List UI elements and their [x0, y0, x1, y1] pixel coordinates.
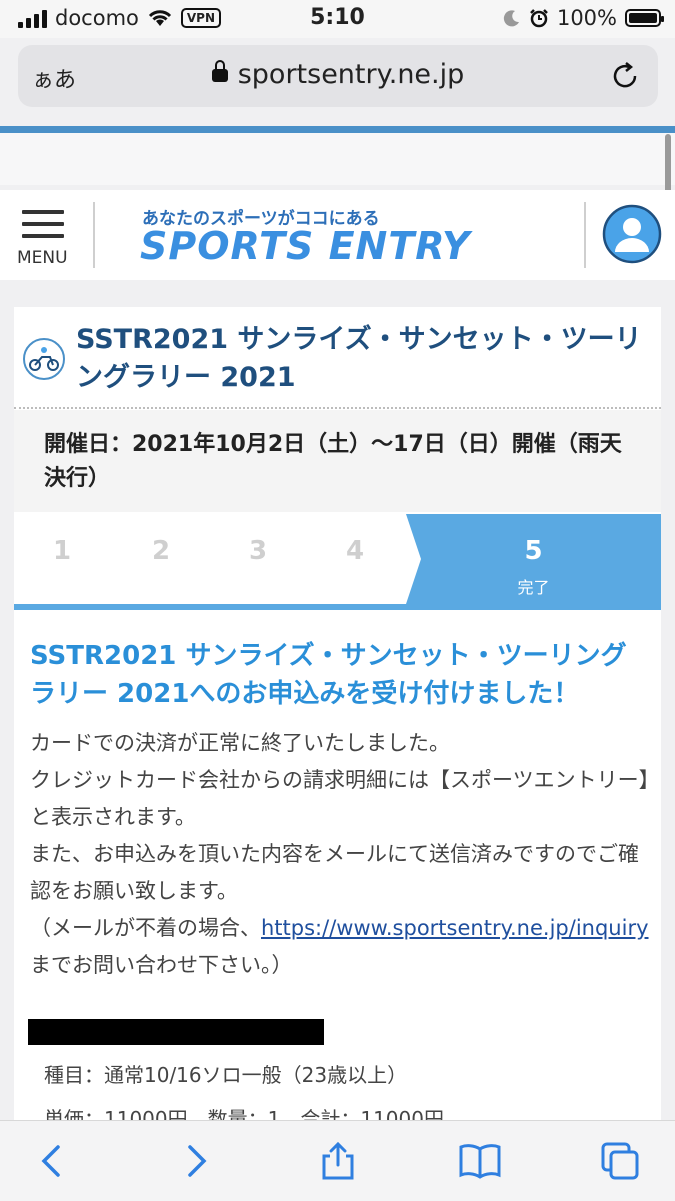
bookmarks-icon[interactable]	[458, 1141, 502, 1181]
hamburger-menu-icon[interactable]	[22, 210, 64, 246]
alarm-icon	[530, 9, 548, 28]
step-5-label: 完了	[517, 578, 550, 597]
site-logo[interactable]: SPORTS ENTRY	[140, 224, 471, 268]
entry-category: 種目：通常10/16ソロ一般（23歳以上）	[44, 1063, 408, 1087]
motorcycle-icon	[23, 338, 65, 380]
page-top-spacer	[0, 133, 675, 185]
event-card: SSTR2021 サンライズ・サンセット・ツーリングラリー 2021 開催日：2…	[14, 307, 661, 1127]
step-5-number: 5	[524, 536, 543, 566]
top-accent-line	[0, 126, 675, 133]
inquiry-suffix: までお問い合わせ下さい。）	[30, 953, 293, 977]
user-avatar-icon[interactable]	[602, 204, 662, 264]
step-3: 3	[248, 536, 268, 566]
body-line-2: クレジットカード会社からの請求明細には【スポーツエントリー】と表示されます。	[30, 768, 650, 829]
step-5-active: 5 完了	[406, 514, 661, 604]
url-host: sportsentry.ne.jp	[237, 59, 465, 90]
event-title: SSTR2021 サンライズ・サンセット・ツーリングラリー 2021	[76, 324, 642, 393]
tabs-icon[interactable]	[600, 1141, 640, 1181]
redacted-name	[28, 1019, 324, 1045]
browser-toolbar	[0, 1120, 675, 1201]
battery-icon	[625, 9, 664, 27]
status-right: 100%	[503, 6, 664, 30]
confirmation-title: SSTR2021 サンライズ・サンセット・ツーリングラリー 2021へのお申込み…	[30, 641, 627, 709]
header-divider	[93, 202, 95, 268]
menu-label[interactable]: MENU	[17, 248, 68, 268]
inquiry-link[interactable]: https://www.sportsentry.ne.jp/inquiry	[261, 916, 649, 940]
header-divider	[584, 202, 586, 268]
moon-icon	[503, 10, 519, 27]
back-icon[interactable]	[32, 1141, 72, 1181]
status-bar: docomo VPN 5:10 100%	[0, 0, 675, 38]
step-2: 2	[151, 536, 171, 566]
body-line-3: また、お申込みを頂いた内容をメールにて送信済みですのでご確認をお願い致します。	[30, 842, 639, 903]
steps-underline	[14, 604, 661, 610]
battery-percent: 100%	[556, 6, 617, 30]
body-line-1: カードでの決済が正常に終了いたしました。	[30, 731, 450, 755]
body-line-4: （メールが不着の場合、https://www.sportsentry.ne.jp…	[30, 910, 650, 984]
address-bar[interactable]: ぁあ sportsentry.ne.jp	[18, 45, 658, 107]
progress-steps: 1 2 3 4 5 完了	[14, 514, 661, 604]
reload-icon[interactable]	[608, 59, 642, 93]
url-text[interactable]: sportsentry.ne.jp	[18, 59, 658, 90]
lock-icon	[211, 60, 228, 82]
inquiry-prefix: （メールが不着の場合、	[30, 916, 261, 940]
title-divider	[14, 407, 661, 409]
step-1: 1	[52, 536, 72, 566]
event-date: 開催日：2021年10月2日（土）〜17日（日）開催（雨天決行）	[44, 432, 622, 491]
site-header: MENU あなたのスポーツがココにある SPORTS ENTRY	[0, 190, 675, 280]
share-icon[interactable]	[318, 1141, 358, 1181]
confirmation-body: カードでの決済が正常に終了いたしました。 クレジットカード会社からの請求明細には…	[30, 725, 650, 984]
step-4: 4	[345, 536, 365, 566]
forward-icon[interactable]	[176, 1141, 216, 1181]
event-date-box: 開催日：2021年10月2日（土）〜17日（日）開催（雨天決行）	[14, 410, 661, 512]
